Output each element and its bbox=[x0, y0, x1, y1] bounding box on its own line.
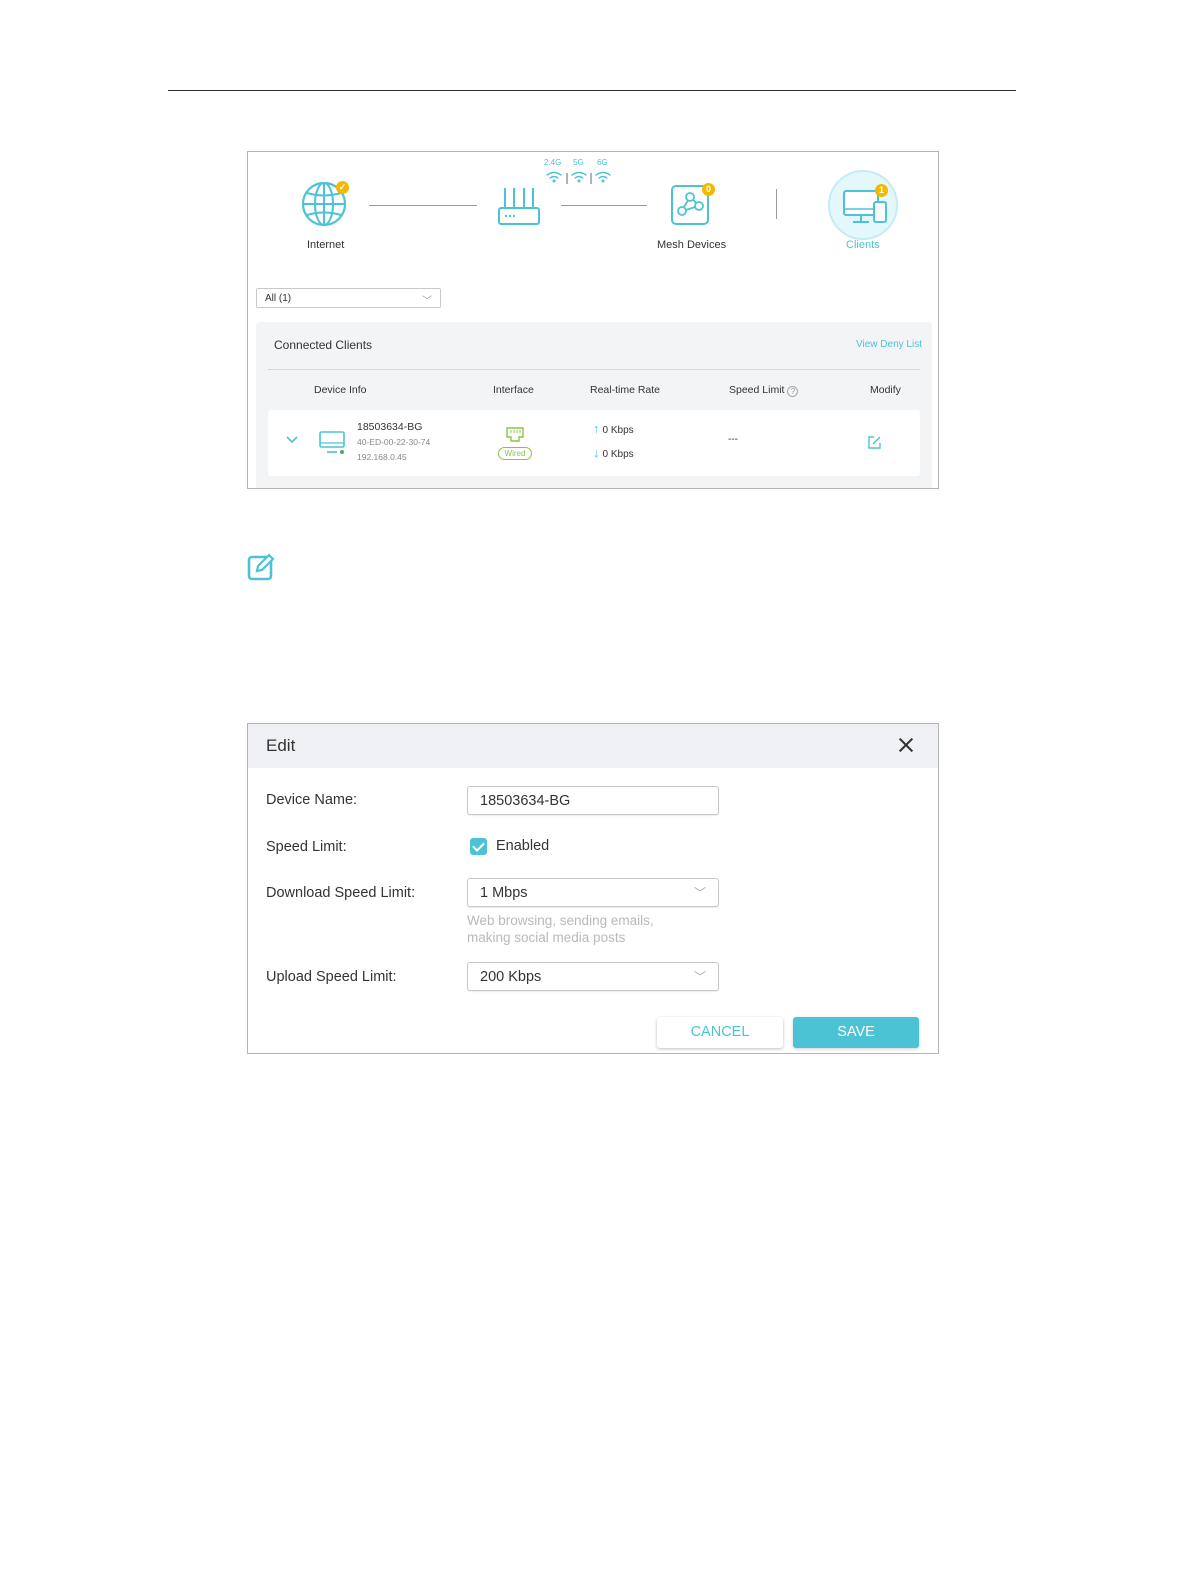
upload-rate: ↑ 0 Kbps bbox=[593, 421, 634, 436]
download-rate: ↓ 0 Kbps bbox=[593, 445, 634, 460]
internet-router-link bbox=[369, 205, 477, 206]
help-icon[interactable]: ? bbox=[787, 386, 799, 397]
upload-rate-value: 0 Kbps bbox=[602, 425, 634, 436]
clients-label: Clients bbox=[846, 239, 880, 251]
col-speed-limit: Speed Limit? bbox=[729, 384, 799, 397]
arrow-up-icon: ↑ bbox=[593, 421, 600, 436]
band-label: 5G bbox=[573, 158, 584, 167]
band-label: 2.4G bbox=[544, 158, 562, 167]
desktop-icon bbox=[319, 431, 345, 454]
router-node[interactable] bbox=[497, 186, 541, 228]
upload-speed-select[interactable]: 200 Kbps ﹀ bbox=[467, 962, 719, 991]
client-filter-value: All (1) bbox=[265, 293, 292, 304]
edit-dialog: Edit Device Name: 18503634-BG Speed Limi… bbox=[247, 723, 939, 1054]
download-speed-label: Download Speed Limit: bbox=[266, 885, 416, 901]
download-speed-select[interactable]: 1 Mbps ﹀ bbox=[467, 878, 719, 907]
router-icon bbox=[498, 188, 540, 225]
col-realtime-rate: Real-time Rate bbox=[590, 384, 661, 396]
close-icon[interactable] bbox=[898, 737, 914, 753]
cancel-button[interactable]: CANCEL bbox=[657, 1017, 783, 1048]
network-map-screenshot: ✓ Internet 2.4G 5G 6G 0 Mesh Devices 1 C… bbox=[247, 151, 939, 489]
internet-node[interactable]: ✓ bbox=[300, 179, 350, 229]
arrow-down-icon: ↓ bbox=[593, 445, 600, 460]
col-device-info: Device Info bbox=[314, 384, 367, 396]
client-mac: 40-ED-00-22-30-74 bbox=[357, 437, 431, 447]
download-speed-value: 1 Mbps bbox=[480, 885, 528, 901]
client-filter-select[interactable]: All (1) ﹀ bbox=[256, 288, 441, 308]
mesh-count-badge: 0 bbox=[702, 183, 715, 196]
table-divider bbox=[268, 369, 920, 370]
speed-limit-checkbox[interactable] bbox=[470, 838, 487, 855]
upload-speed-value: 200 Kbps bbox=[480, 969, 542, 985]
clients-separator bbox=[776, 189, 777, 219]
internet-ok-icon: ✓ bbox=[336, 181, 349, 194]
client-ip: 192.168.0.45 bbox=[357, 452, 407, 462]
chevron-down-icon: ﹀ bbox=[693, 970, 706, 984]
dialog-title: Edit bbox=[266, 736, 296, 755]
upload-speed-label: Upload Speed Limit: bbox=[266, 969, 397, 985]
client-name: 18503634-BG bbox=[357, 421, 423, 433]
device-name-label: Device Name: bbox=[266, 792, 358, 808]
connected-clients-card: Connected Clients View Deny List Device … bbox=[256, 322, 932, 488]
device-name-input[interactable]: 18503634-BG bbox=[467, 786, 719, 815]
page-header-rule bbox=[168, 90, 1016, 91]
wifi-bands-icon bbox=[546, 171, 611, 184]
speed-limit-label: Speed Limit: bbox=[266, 839, 347, 855]
mesh-devices-label: Mesh Devices bbox=[657, 239, 727, 251]
col-speed-limit-label: Speed Limit bbox=[729, 384, 785, 396]
connected-clients-title: Connected Clients bbox=[274, 338, 373, 352]
device-name-value: 18503634-BG bbox=[480, 793, 571, 809]
download-rate-value: 0 Kbps bbox=[602, 449, 634, 460]
clients-count-badge: 1 bbox=[875, 184, 888, 197]
chevron-down-icon: ﹀ bbox=[693, 886, 706, 900]
view-deny-list-link[interactable]: View Deny List bbox=[856, 339, 922, 350]
edit-icon bbox=[247, 553, 275, 581]
chevron-down-icon[interactable] bbox=[286, 436, 298, 444]
internet-label: Internet bbox=[307, 239, 345, 251]
interface-badge: Wired bbox=[498, 447, 532, 460]
col-modify: Modify bbox=[870, 384, 901, 396]
dialog-header: Edit bbox=[248, 724, 938, 768]
save-button[interactable]: SAVE bbox=[793, 1017, 919, 1048]
router-mesh-link bbox=[561, 205, 647, 206]
edit-icon[interactable] bbox=[867, 435, 882, 450]
speed-limit-value: --- bbox=[728, 434, 738, 445]
enabled-label[interactable]: Enabled bbox=[496, 838, 549, 854]
col-interface: Interface bbox=[493, 384, 534, 396]
band-label: 6G bbox=[597, 158, 608, 167]
clients-node[interactable]: 1 bbox=[828, 170, 898, 240]
download-speed-hint: Web browsing, sending emails, making soc… bbox=[467, 913, 654, 945]
mesh-devices-node[interactable]: 0 bbox=[670, 183, 715, 226]
chevron-down-icon: ﹀ bbox=[422, 296, 432, 307]
table-row: 18503634-BG 40-ED-00-22-30-74 192.168.0.… bbox=[268, 410, 920, 476]
ethernet-port-icon bbox=[506, 427, 524, 442]
